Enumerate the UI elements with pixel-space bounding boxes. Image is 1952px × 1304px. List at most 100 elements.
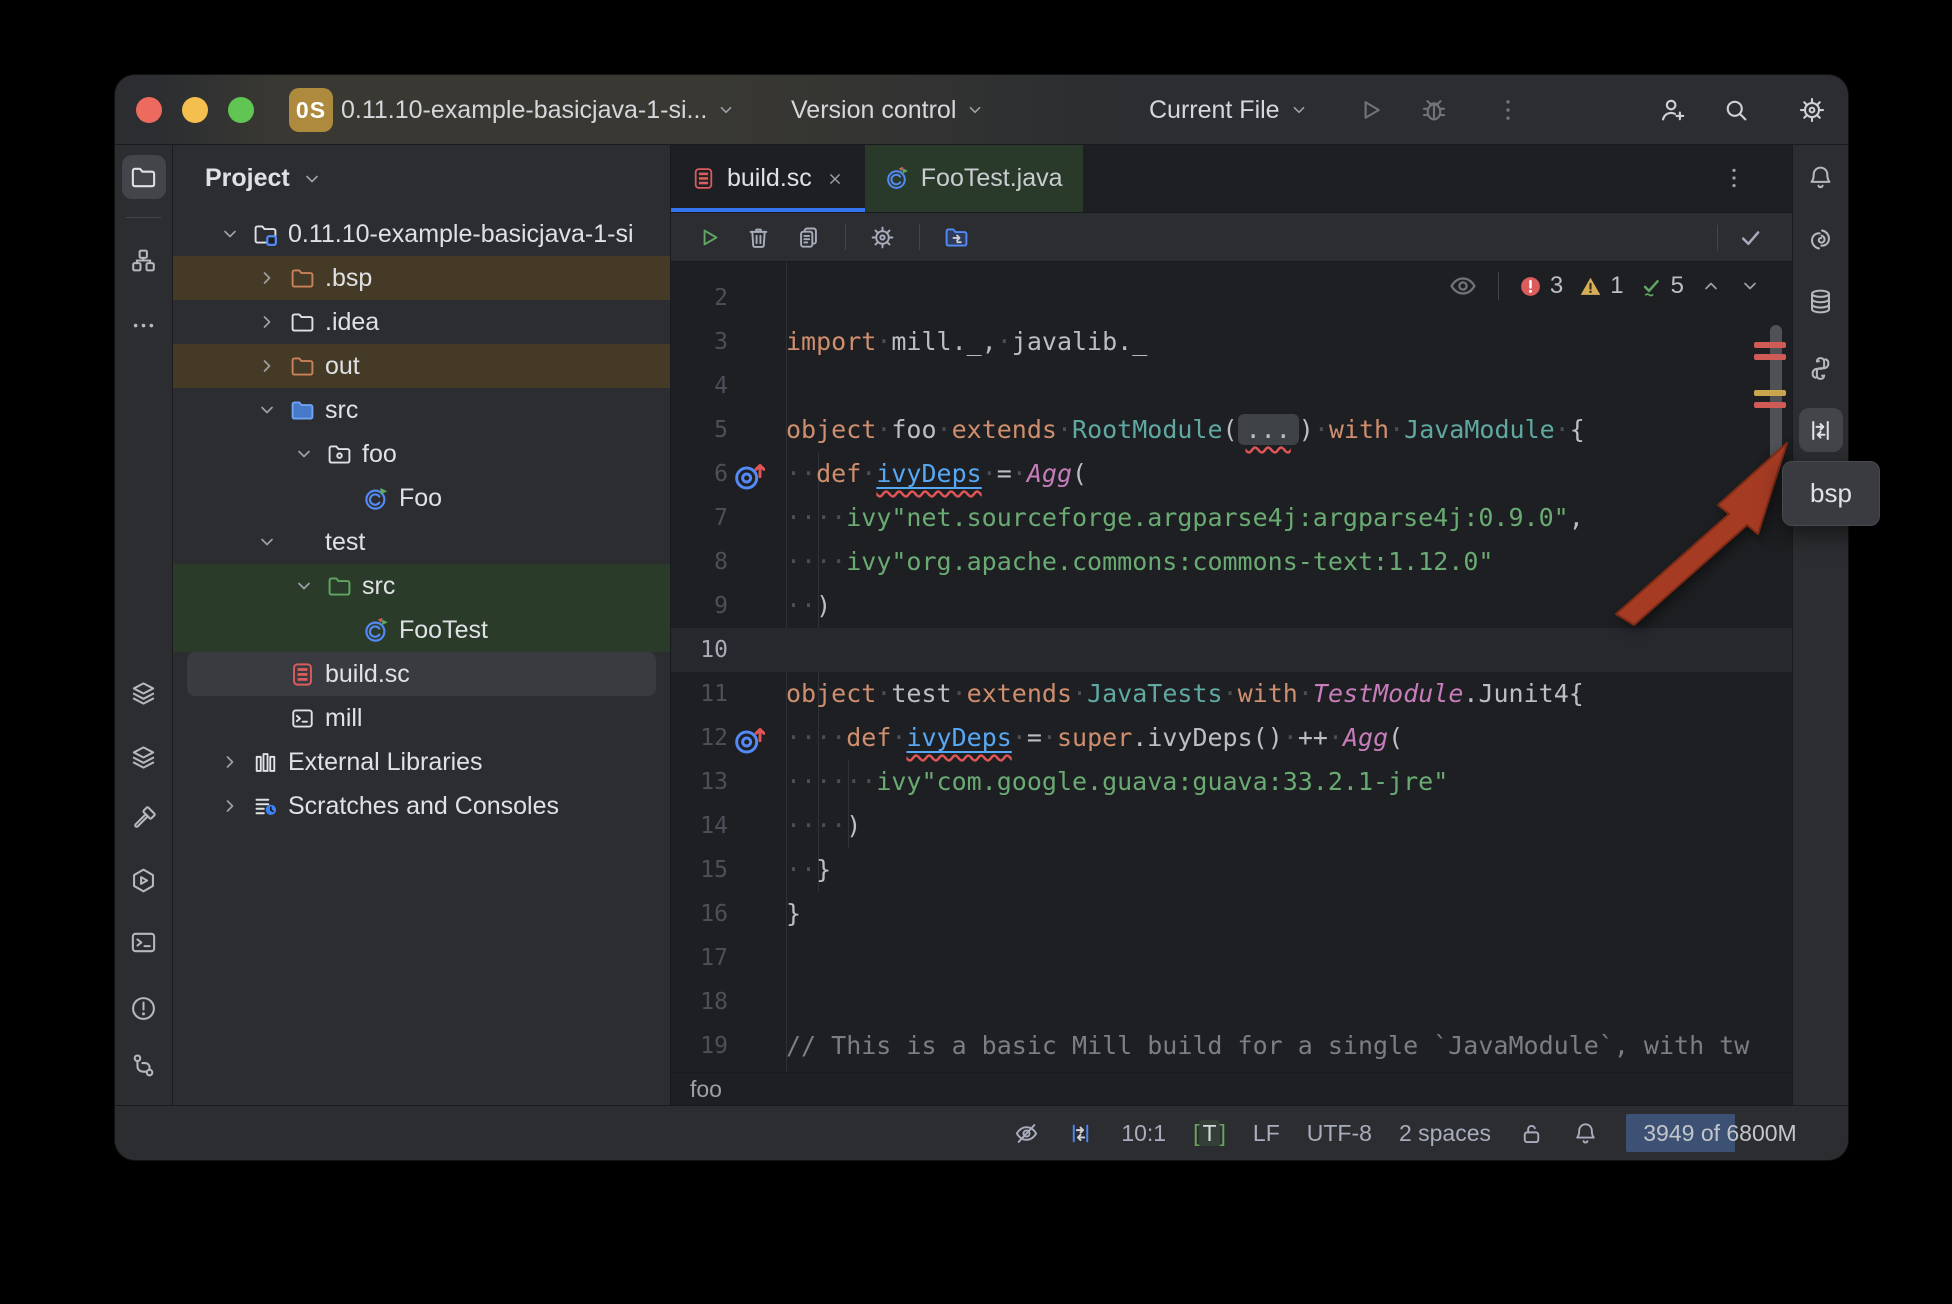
warning-stripe[interactable] [1754,390,1786,396]
more-actions-button[interactable] [1493,95,1523,125]
tree-item-src[interactable]: src [173,388,670,432]
line-number[interactable]: 15 [671,848,728,892]
copy-button[interactable] [795,224,822,251]
project-panel-header[interactable]: Project [173,145,670,212]
line-number[interactable]: 6 [671,452,728,496]
tree-item-out[interactable]: out [173,344,670,388]
vcs-widget[interactable]: Version control [791,75,986,145]
tree-item-scratches-and-consoles[interactable]: Scratches and Consoles [173,784,670,828]
line-number[interactable]: 4 [671,364,728,408]
warning-count[interactable]: 1 [1578,272,1623,300]
tab-options-icon[interactable] [1720,164,1748,192]
code-line-10[interactable]: 10 [671,628,1792,672]
code-line-16[interactable]: 16} [671,892,1792,936]
delete-button[interactable] [745,224,772,251]
todo-badge[interactable]: [T] [1193,1120,1226,1147]
tree-item--idea[interactable]: .idea [173,300,670,344]
highlight-off-icon[interactable] [1013,1120,1040,1147]
window-controls[interactable] [136,97,254,123]
code-line-14[interactable]: 14····) [671,804,1792,848]
breadcrumb-item-foo[interactable]: foo [690,1076,722,1103]
folded-region[interactable]: ... [1238,414,1299,445]
line-number[interactable]: 14 [671,804,728,848]
ai-assistant-tool-button[interactable] [1799,217,1843,261]
error-stripe[interactable] [1754,342,1786,348]
database-tool-button[interactable] [1799,279,1843,323]
chevron-right-icon[interactable] [255,309,285,335]
tree-item-foo[interactable]: Foo [173,476,670,520]
layers-1-tool-button[interactable] [122,671,166,715]
tree-item-footest[interactable]: FooTest [173,608,670,652]
line-number[interactable]: 12 [671,716,728,760]
code-line-19[interactable]: 19// This is a basic Mill build for a si… [671,1024,1792,1068]
project-avatar[interactable]: 0S [289,88,333,132]
minimize-window-button[interactable] [182,97,208,123]
tree-item-build-sc[interactable]: build.sc [187,652,656,696]
tree-item--bsp[interactable]: .bsp [173,256,670,300]
chevron-right-icon[interactable] [255,265,285,291]
line-number[interactable]: 5 [671,408,728,452]
chevron-right-icon[interactable] [218,793,248,819]
sync-folder-button[interactable] [943,224,970,251]
line-number[interactable]: 10 [671,628,728,672]
indent-selector[interactable]: 2 spaces [1399,1120,1491,1147]
tab-footest-java[interactable]: FooTest.java [865,145,1083,212]
close-tab-icon[interactable] [825,169,845,189]
encoding-selector[interactable]: UTF-8 [1307,1120,1372,1147]
tree-item-0-11-10-example-basicjava-1-si[interactable]: 0.11.10-example-basicjava-1-si [173,212,670,256]
line-number[interactable]: 13 [671,760,728,804]
chevron-down-icon[interactable] [218,221,248,247]
line-number[interactable]: 16 [671,892,728,936]
run-button[interactable] [1355,95,1385,125]
code-line-13[interactable]: 13······ivy"com.google.guava:guava:33.2.… [671,760,1792,804]
line-number[interactable]: 9 [671,584,728,628]
project-tool-button[interactable] [122,155,166,199]
tree-item-test[interactable]: test [173,520,670,564]
code-editor[interactable]: 23import·mill._,·javalib._45object·foo·e… [671,262,1792,1072]
bsp-status-icon[interactable] [1067,1120,1094,1147]
run-config-widget[interactable]: Current File [1149,75,1310,145]
problems-tool-button[interactable] [122,986,166,1030]
services-tool-button[interactable] [122,858,166,902]
loaded-check-icon[interactable] [1737,224,1764,251]
line-number[interactable]: 11 [671,672,728,716]
line-ending-selector[interactable]: LF [1253,1120,1280,1147]
tree-item-external-libraries[interactable]: External Libraries [173,740,670,784]
line-number[interactable]: 19 [671,1024,728,1068]
line-number[interactable]: 18 [671,980,728,1024]
line-number[interactable]: 8 [671,540,728,584]
code-line-17[interactable]: 17 [671,936,1792,980]
layers-2-tool-button[interactable] [122,735,166,779]
version-control-tool-button[interactable] [122,1043,166,1087]
error-stripe[interactable] [1754,402,1786,408]
project-widget[interactable]: 0.11.10-example-basicjava-1-si... [341,75,737,145]
terminal-tool-button[interactable] [122,920,166,964]
chevron-right-icon[interactable] [255,353,285,379]
structure-tool-button[interactable] [122,238,166,282]
chevron-down-icon[interactable] [255,529,285,555]
close-window-button[interactable] [136,97,162,123]
chevron-down-icon[interactable] [255,397,285,423]
code-line-11[interactable]: 11object·test·extends·JavaTests·with·Tes… [671,672,1792,716]
run-script-button[interactable] [695,224,722,251]
more-tool-windows-tool-button[interactable] [122,303,166,347]
next-issue-button[interactable] [1738,274,1762,298]
code-with-me-button[interactable] [1658,95,1688,125]
tree-item-src[interactable]: src [173,564,670,608]
passed-count[interactable]: 5 [1639,272,1684,300]
prev-issue-button[interactable] [1699,274,1723,298]
line-number[interactable]: 2 [671,276,728,320]
memory-indicator[interactable]: 3949 of 6800M [1626,1114,1814,1152]
caret-position[interactable]: 10:1 [1121,1120,1166,1147]
code-line-15[interactable]: 15··} [671,848,1792,892]
debug-button[interactable] [1419,95,1449,125]
override-gutter-icon[interactable] [731,722,765,754]
code-line-12[interactable]: 12····def·ivyDeps·=·super.ivyDeps()·++·A… [671,716,1792,760]
code-line-18[interactable]: 18 [671,980,1792,1024]
override-gutter-icon[interactable] [731,458,765,490]
error-stripe[interactable] [1754,354,1786,360]
notifications-tool-button[interactable] [1799,155,1843,199]
highlighting-eye-icon[interactable] [1447,270,1479,302]
error-count[interactable]: 3 [1518,272,1563,300]
line-number[interactable]: 3 [671,320,728,364]
